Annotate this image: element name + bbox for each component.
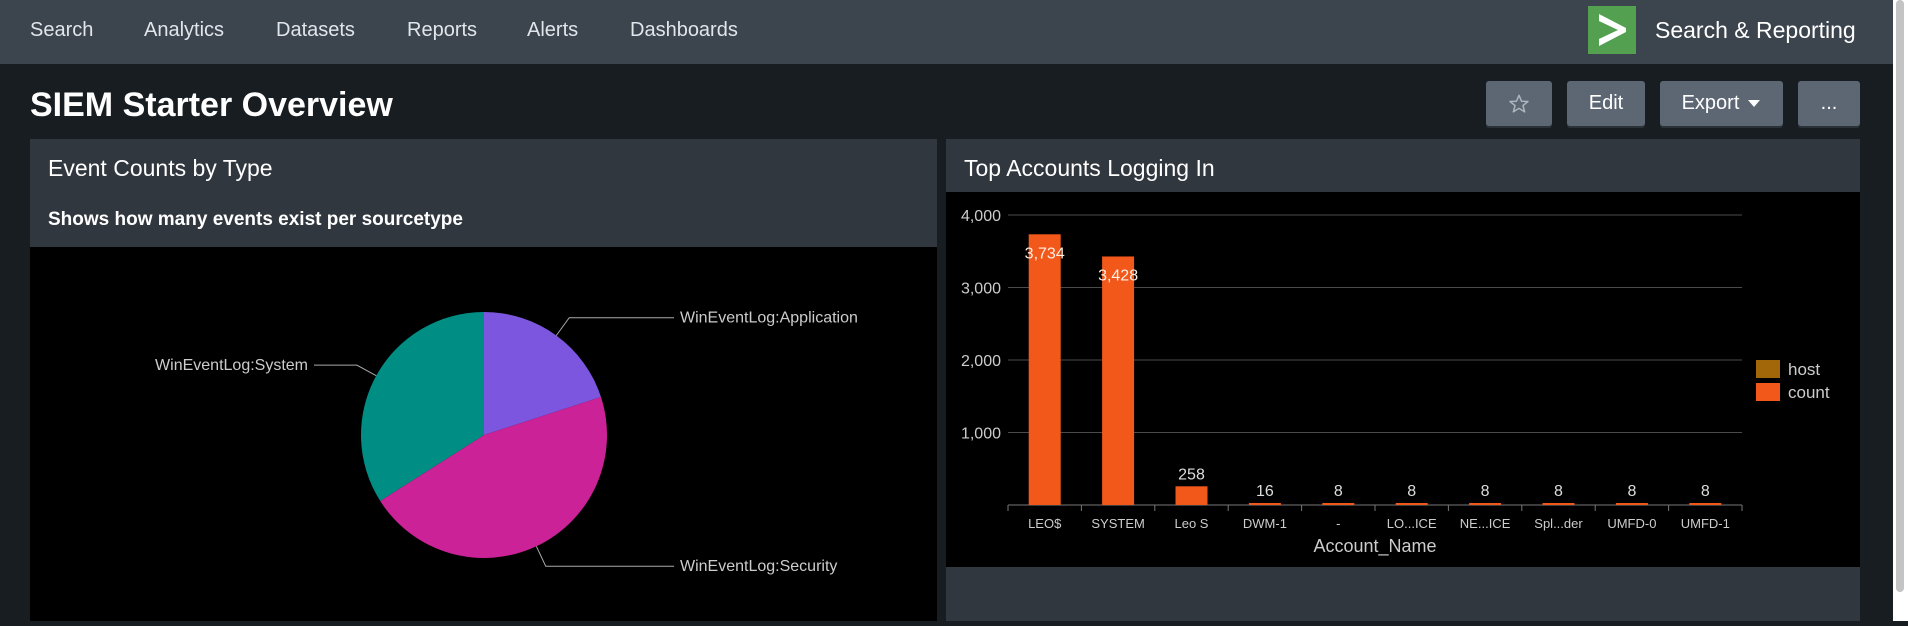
nav-reports[interactable]: Reports [407,19,477,42]
favorite-button[interactable] [1486,81,1552,126]
x-tick-label: LO...ICE [1387,516,1437,531]
bar-data-label: 8 [1407,483,1416,500]
legend-label-count[interactable]: count [1788,383,1830,402]
pie-leader-line [314,364,377,377]
bar-10[interactable] [1689,503,1722,505]
y-tick-label: 3,000 [961,281,1001,298]
bar-5[interactable] [1322,503,1355,505]
x-tick-label: UMFD-1 [1681,516,1730,531]
x-axis-title: Account_Name [1313,536,1436,557]
star-icon [1509,94,1529,113]
chevron-right-icon [1599,14,1626,46]
legend-swatch-count[interactable] [1756,383,1780,401]
pie-leader-line [555,317,674,336]
scrollbar-thumb[interactable] [1896,0,1904,592]
app-title[interactable]: Search & Reporting [1655,17,1856,44]
panel-description-event-counts: Shows how many events exist per sourcety… [48,209,463,230]
pie-label: WinEventLog:Security [680,558,837,575]
x-tick-label: SYSTEM [1091,516,1144,531]
nav-datasets[interactable]: Datasets [276,19,355,42]
y-tick-label: 4,000 [961,208,1001,225]
panel-title-top-accounts: Top Accounts Logging In [964,155,1215,181]
bar-data-label: 258 [1178,466,1205,483]
pie-chart-area: WinEventLog:Application WinEventLog:Secur… [30,247,937,621]
bar-data-label: 8 [1701,483,1710,500]
export-button[interactable]: Export [1660,81,1783,126]
x-tick-label: DWM-1 [1243,516,1287,531]
caret-down-icon [1748,99,1761,107]
nav-alerts[interactable]: Alerts [527,19,578,42]
pie-chart: WinEventLog:Application WinEventLog:Secur… [155,310,858,576]
bar-3[interactable] [1175,486,1208,505]
nav-analytics[interactable]: Analytics [144,19,224,42]
bar-data-label: 8 [1481,483,1490,500]
page-title: SIEM Starter Overview [30,86,393,124]
bar-chart-area: 4,000 3,000 2,000 1,000 LEO$ SYSTEM Leo S DWM-1… [946,192,1860,567]
export-label: Export [1681,92,1740,114]
splunk-logo-icon[interactable] [1588,6,1636,54]
pie-label: WinEventLog:System [155,357,308,374]
bar-data-label: 8 [1334,483,1343,500]
edit-button[interactable]: Edit [1567,81,1645,126]
panel-title-event-counts: Event Counts by Type [48,155,273,181]
x-tick-label: Spl...der [1534,516,1583,531]
top-nav-bar: Search Analytics Datasets Reports Alerts… [0,0,1893,64]
panel-top-accounts: Top Accounts Logging In 4,000 3,000 2,000 1… [946,139,1860,621]
bar-8[interactable] [1542,503,1575,505]
pie-leader-line [535,546,674,567]
bar-data-label: 3,734 [1025,245,1065,262]
bar-data-label: 8 [1627,483,1636,500]
x-tick-label: LEO$ [1028,516,1062,531]
bar-data-label: 8 [1554,483,1563,500]
bar-data-label: 3,428 [1098,267,1138,284]
pie-label: WinEventLog:Application [680,310,858,327]
legend-label-host[interactable]: host [1788,360,1820,379]
bar-2[interactable] [1102,256,1135,505]
x-tick-label: UMFD-0 [1607,516,1656,531]
y-tick-label: 1,000 [961,426,1001,443]
bar-4[interactable] [1248,503,1281,505]
y-tick-label: 2,000 [961,353,1001,370]
legend-swatch-host[interactable] [1756,360,1780,378]
bar-9[interactable] [1615,503,1648,505]
more-actions-button[interactable]: ... [1798,81,1860,126]
bar-7[interactable] [1469,503,1502,505]
bar-data-label: 16 [1256,483,1274,500]
nav-search[interactable]: Search [30,19,93,42]
nav-dashboards[interactable]: Dashboards [630,19,738,42]
bar-1[interactable] [1028,234,1061,505]
bar-6[interactable] [1395,503,1428,505]
panel-event-counts: Event Counts by Type Shows how many even… [30,139,937,621]
x-tick-label: Leo S [1175,516,1209,531]
x-tick-label: NE...ICE [1460,516,1511,531]
x-tick-label: - [1336,516,1340,531]
bar-chart: 4,000 3,000 2,000 1,000 LEO$ SYSTEM Leo S DWM-1… [961,208,1830,557]
